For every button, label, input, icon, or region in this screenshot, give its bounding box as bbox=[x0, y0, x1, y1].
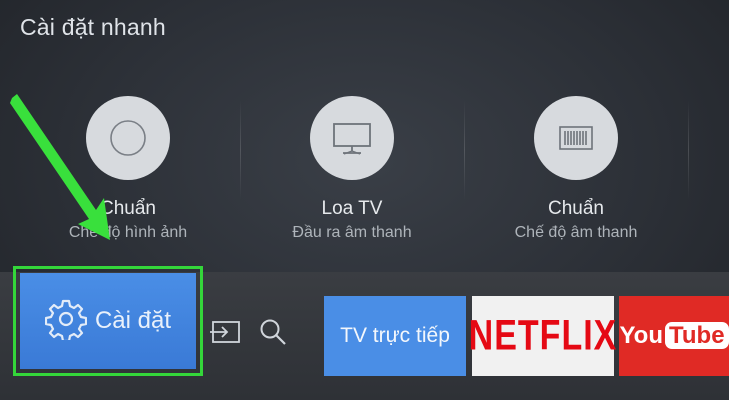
sound-mode-icon bbox=[534, 96, 618, 180]
quick-setting-sub: Chế độ âm thanh bbox=[514, 224, 638, 241]
quick-setting-sound-mode[interactable]: Chuẩn Chế độ âm thanh bbox=[476, 96, 676, 242]
quick-setting-sound-output[interactable]: Loa TV Đầu ra âm thanh bbox=[252, 96, 452, 242]
divider bbox=[240, 100, 241, 200]
panel-title: Cài đặt nhanh bbox=[20, 14, 166, 40]
quick-setting-sub: Chế độ hình ảnh bbox=[68, 224, 188, 241]
youtube-logo-text: You Tube bbox=[619, 322, 729, 350]
app-tile-label: TV trực tiếp bbox=[340, 324, 450, 347]
settings-button[interactable]: Cài đặt bbox=[20, 273, 196, 369]
youtube-logo-you: You bbox=[619, 322, 663, 349]
search-icon[interactable] bbox=[255, 314, 291, 350]
youtube-logo: You Tube bbox=[619, 322, 729, 350]
quick-setting-label: Loa TV bbox=[321, 198, 383, 219]
picture-mode-icon bbox=[86, 96, 170, 180]
app-tile-live-tv[interactable]: TV trực tiếp bbox=[324, 296, 466, 376]
quick-setting-picture-mode[interactable]: Chuẩn Chế độ hình ảnh bbox=[28, 96, 228, 242]
settings-label: Cài đặt bbox=[94, 307, 172, 334]
netflix-logo: NETFLIX bbox=[468, 311, 618, 360]
tv-speaker-icon bbox=[310, 96, 394, 180]
quick-setting-label: Chuẩn bbox=[548, 198, 604, 219]
youtube-logo-tube: Tube bbox=[665, 322, 729, 349]
divider bbox=[464, 100, 465, 200]
app-tile-netflix[interactable]: NETFLIX bbox=[469, 296, 616, 376]
quick-setting-sub: Đầu ra âm thanh bbox=[292, 224, 412, 241]
app-tile-youtube[interactable]: You Tube bbox=[619, 296, 729, 376]
input-source-icon[interactable] bbox=[208, 314, 244, 350]
divider bbox=[688, 100, 689, 200]
gear-icon bbox=[44, 298, 88, 345]
tv-screen: Cài đặt nhanh Chuẩn Chế độ hình ảnh Loa … bbox=[0, 0, 729, 400]
quick-setting-label: Chuẩn bbox=[100, 198, 156, 219]
